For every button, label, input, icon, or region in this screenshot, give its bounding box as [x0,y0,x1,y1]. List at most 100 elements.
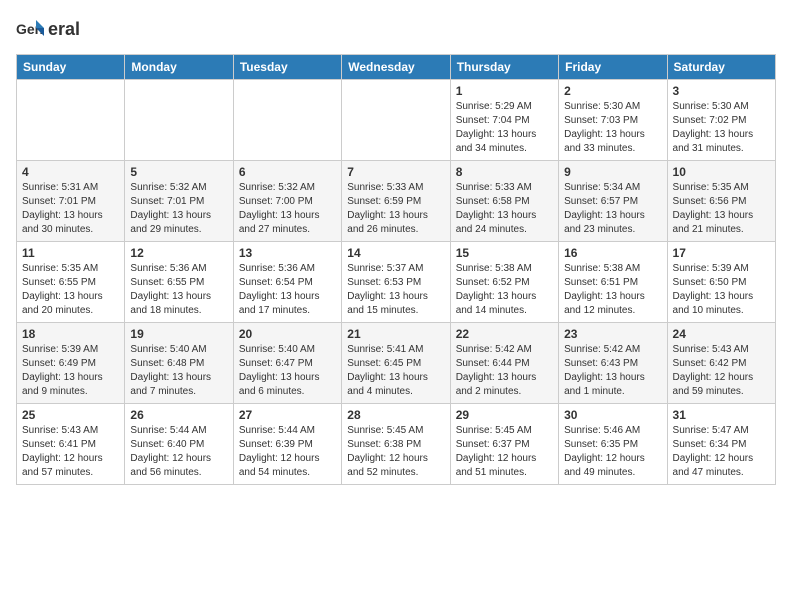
day-number: 7 [347,165,444,179]
calendar-cell: 23Sunrise: 5:42 AM Sunset: 6:43 PM Dayli… [559,323,667,404]
calendar-cell: 19 Sunrise: 5:40 AM Sunset: 6:48 PM Dayli… [125,323,233,404]
day-number: 11 [22,246,119,260]
logo-text: eral [48,20,80,40]
calendar-week-1: 1Sunrise: 5:29 AM Sunset: 7:04 PM Daylig… [17,80,776,161]
day-number: 13 [239,246,336,260]
calendar-cell: 26Sunrise: 5:44 AM Sunset: 6:40 PM Dayli… [125,404,233,485]
calendar-cell: 17Sunrise: 5:39 AM Sunset: 6:50 PM Dayli… [667,242,775,323]
calendar-cell: 11Sunrise: 5:35 AM Sunset: 6:55 PM Dayli… [17,242,125,323]
calendar-cell: 30Sunrise: 5:46 AM Sunset: 6:35 PM Dayli… [559,404,667,485]
calendar-cell: 3 Sunrise: 5:30 AM Sunset: 7:02 PM Daylig… [667,80,775,161]
day-info: Sunrise: 5:40 AM Sunset: 6:47 PM Dayligh… [239,343,336,399]
day-number: 31 [673,408,770,422]
day-number: 2 [564,84,661,98]
day-info: Sunrise: 5:30 AM Sunset: 7:02 PM Dayligh… [673,100,770,156]
calendar-body: 1Sunrise: 5:29 AM Sunset: 7:04 PM Daylig… [17,80,776,485]
day-info: Sunrise: 5:29 AM Sunset: 7:04 PM Dayligh… [456,100,553,156]
calendar-cell: 29 Sunrise: 5:45 AM Sunset: 6:37 PM Dayli… [450,404,558,485]
calendar-cell: 21 Sunrise: 5:41 AM Sunset: 6:45 PM Dayli… [342,323,450,404]
day-info: Sunrise: 5:36 AM Sunset: 6:54 PM Dayligh… [239,262,336,318]
day-info: Sunrise: 5:30 AM Sunset: 7:03 PM Dayligh… [564,100,661,156]
day-info: Sunrise: 5:39 AM Sunset: 6:49 PM Dayligh… [22,343,119,399]
calendar-week-5: 25 Sunrise: 5:43 AM Sunset: 6:41 PM Dayli… [17,404,776,485]
day-info: Sunrise: 5:45 AM Sunset: 6:38 PM Dayligh… [347,424,444,480]
column-header-tuesday: Tuesday [233,55,341,80]
day-number: 24 [673,327,770,341]
day-info: Sunrise: 5:42 AM Sunset: 6:43 PM Dayligh… [564,343,661,399]
day-info: Sunrise: 5:31 AM Sunset: 7:01 PM Dayligh… [22,181,119,237]
day-number: 25 [22,408,119,422]
column-header-thursday: Thursday [450,55,558,80]
calendar-week-3: 11Sunrise: 5:35 AM Sunset: 6:55 PM Dayli… [17,242,776,323]
day-info: Sunrise: 5:32 AM Sunset: 7:00 PM Dayligh… [239,181,336,237]
calendar-cell [233,80,341,161]
calendar-header-row: SundayMondayTuesdayWednesdayThursdayFrid… [17,55,776,80]
day-number: 28 [347,408,444,422]
day-number: 4 [22,165,119,179]
day-number: 18 [22,327,119,341]
day-info: Sunrise: 5:43 AM Sunset: 6:41 PM Dayligh… [22,424,119,480]
day-info: Sunrise: 5:42 AM Sunset: 6:44 PM Dayligh… [456,343,553,399]
calendar-cell: 7 Sunrise: 5:33 AM Sunset: 6:59 PM Daylig… [342,161,450,242]
page-header: Gen eral [16,16,776,44]
calendar-cell: 28 Sunrise: 5:45 AM Sunset: 6:38 PM Dayli… [342,404,450,485]
calendar-cell: 24 Sunrise: 5:43 AM Sunset: 6:42 PM Dayli… [667,323,775,404]
calendar-cell: 20 Sunrise: 5:40 AM Sunset: 6:47 PM Dayli… [233,323,341,404]
calendar-cell: 12 Sunrise: 5:36 AM Sunset: 6:55 PM Dayli… [125,242,233,323]
calendar-cell: 15Sunrise: 5:38 AM Sunset: 6:52 PM Dayli… [450,242,558,323]
day-info: Sunrise: 5:38 AM Sunset: 6:52 PM Dayligh… [456,262,553,318]
day-number: 6 [239,165,336,179]
day-number: 12 [130,246,227,260]
day-number: 20 [239,327,336,341]
day-number: 22 [456,327,553,341]
calendar-cell: 1Sunrise: 5:29 AM Sunset: 7:04 PM Daylig… [450,80,558,161]
day-number: 5 [130,165,227,179]
day-number: 19 [130,327,227,341]
calendar-cell: 2 Sunrise: 5:30 AM Sunset: 7:03 PM Daylig… [559,80,667,161]
calendar-cell [125,80,233,161]
day-info: Sunrise: 5:33 AM Sunset: 6:58 PM Dayligh… [456,181,553,237]
column-header-friday: Friday [559,55,667,80]
calendar-cell: 18 Sunrise: 5:39 AM Sunset: 6:49 PM Dayli… [17,323,125,404]
day-number: 8 [456,165,553,179]
day-info: Sunrise: 5:34 AM Sunset: 6:57 PM Dayligh… [564,181,661,237]
day-info: Sunrise: 5:33 AM Sunset: 6:59 PM Dayligh… [347,181,444,237]
day-number: 27 [239,408,336,422]
logo-icon: Gen [16,16,44,44]
calendar-cell: 10Sunrise: 5:35 AM Sunset: 6:56 PM Dayli… [667,161,775,242]
day-number: 21 [347,327,444,341]
day-info: Sunrise: 5:36 AM Sunset: 6:55 PM Dayligh… [130,262,227,318]
column-header-wednesday: Wednesday [342,55,450,80]
day-info: Sunrise: 5:44 AM Sunset: 6:39 PM Dayligh… [239,424,336,480]
calendar-week-4: 18 Sunrise: 5:39 AM Sunset: 6:49 PM Dayli… [17,323,776,404]
calendar-cell: 31Sunrise: 5:47 AM Sunset: 6:34 PM Dayli… [667,404,775,485]
day-info: Sunrise: 5:45 AM Sunset: 6:37 PM Dayligh… [456,424,553,480]
day-info: Sunrise: 5:38 AM Sunset: 6:51 PM Dayligh… [564,262,661,318]
day-number: 3 [673,84,770,98]
day-number: 17 [673,246,770,260]
calendar-cell: 9Sunrise: 5:34 AM Sunset: 6:57 PM Daylig… [559,161,667,242]
calendar-cell: 6 Sunrise: 5:32 AM Sunset: 7:00 PM Daylig… [233,161,341,242]
calendar-cell: 8 Sunrise: 5:33 AM Sunset: 6:58 PM Daylig… [450,161,558,242]
day-number: 30 [564,408,661,422]
logo: Gen eral [16,16,80,44]
day-number: 29 [456,408,553,422]
day-info: Sunrise: 5:40 AM Sunset: 6:48 PM Dayligh… [130,343,227,399]
column-header-sunday: Sunday [17,55,125,80]
calendar-cell: 22 Sunrise: 5:42 AM Sunset: 6:44 PM Dayli… [450,323,558,404]
calendar-cell: 25 Sunrise: 5:43 AM Sunset: 6:41 PM Dayli… [17,404,125,485]
day-info: Sunrise: 5:43 AM Sunset: 6:42 PM Dayligh… [673,343,770,399]
day-info: Sunrise: 5:37 AM Sunset: 6:53 PM Dayligh… [347,262,444,318]
column-header-saturday: Saturday [667,55,775,80]
calendar-cell: 27 Sunrise: 5:44 AM Sunset: 6:39 PM Dayli… [233,404,341,485]
day-info: Sunrise: 5:35 AM Sunset: 6:56 PM Dayligh… [673,181,770,237]
calendar-cell [17,80,125,161]
day-info: Sunrise: 5:32 AM Sunset: 7:01 PM Dayligh… [130,181,227,237]
calendar-week-2: 4 Sunrise: 5:31 AM Sunset: 7:01 PM Daylig… [17,161,776,242]
day-info: Sunrise: 5:41 AM Sunset: 6:45 PM Dayligh… [347,343,444,399]
day-number: 26 [130,408,227,422]
day-number: 14 [347,246,444,260]
calendar-cell: 5 Sunrise: 5:32 AM Sunset: 7:01 PM Daylig… [125,161,233,242]
calendar-cell: 14 Sunrise: 5:37 AM Sunset: 6:53 PM Dayli… [342,242,450,323]
day-number: 16 [564,246,661,260]
